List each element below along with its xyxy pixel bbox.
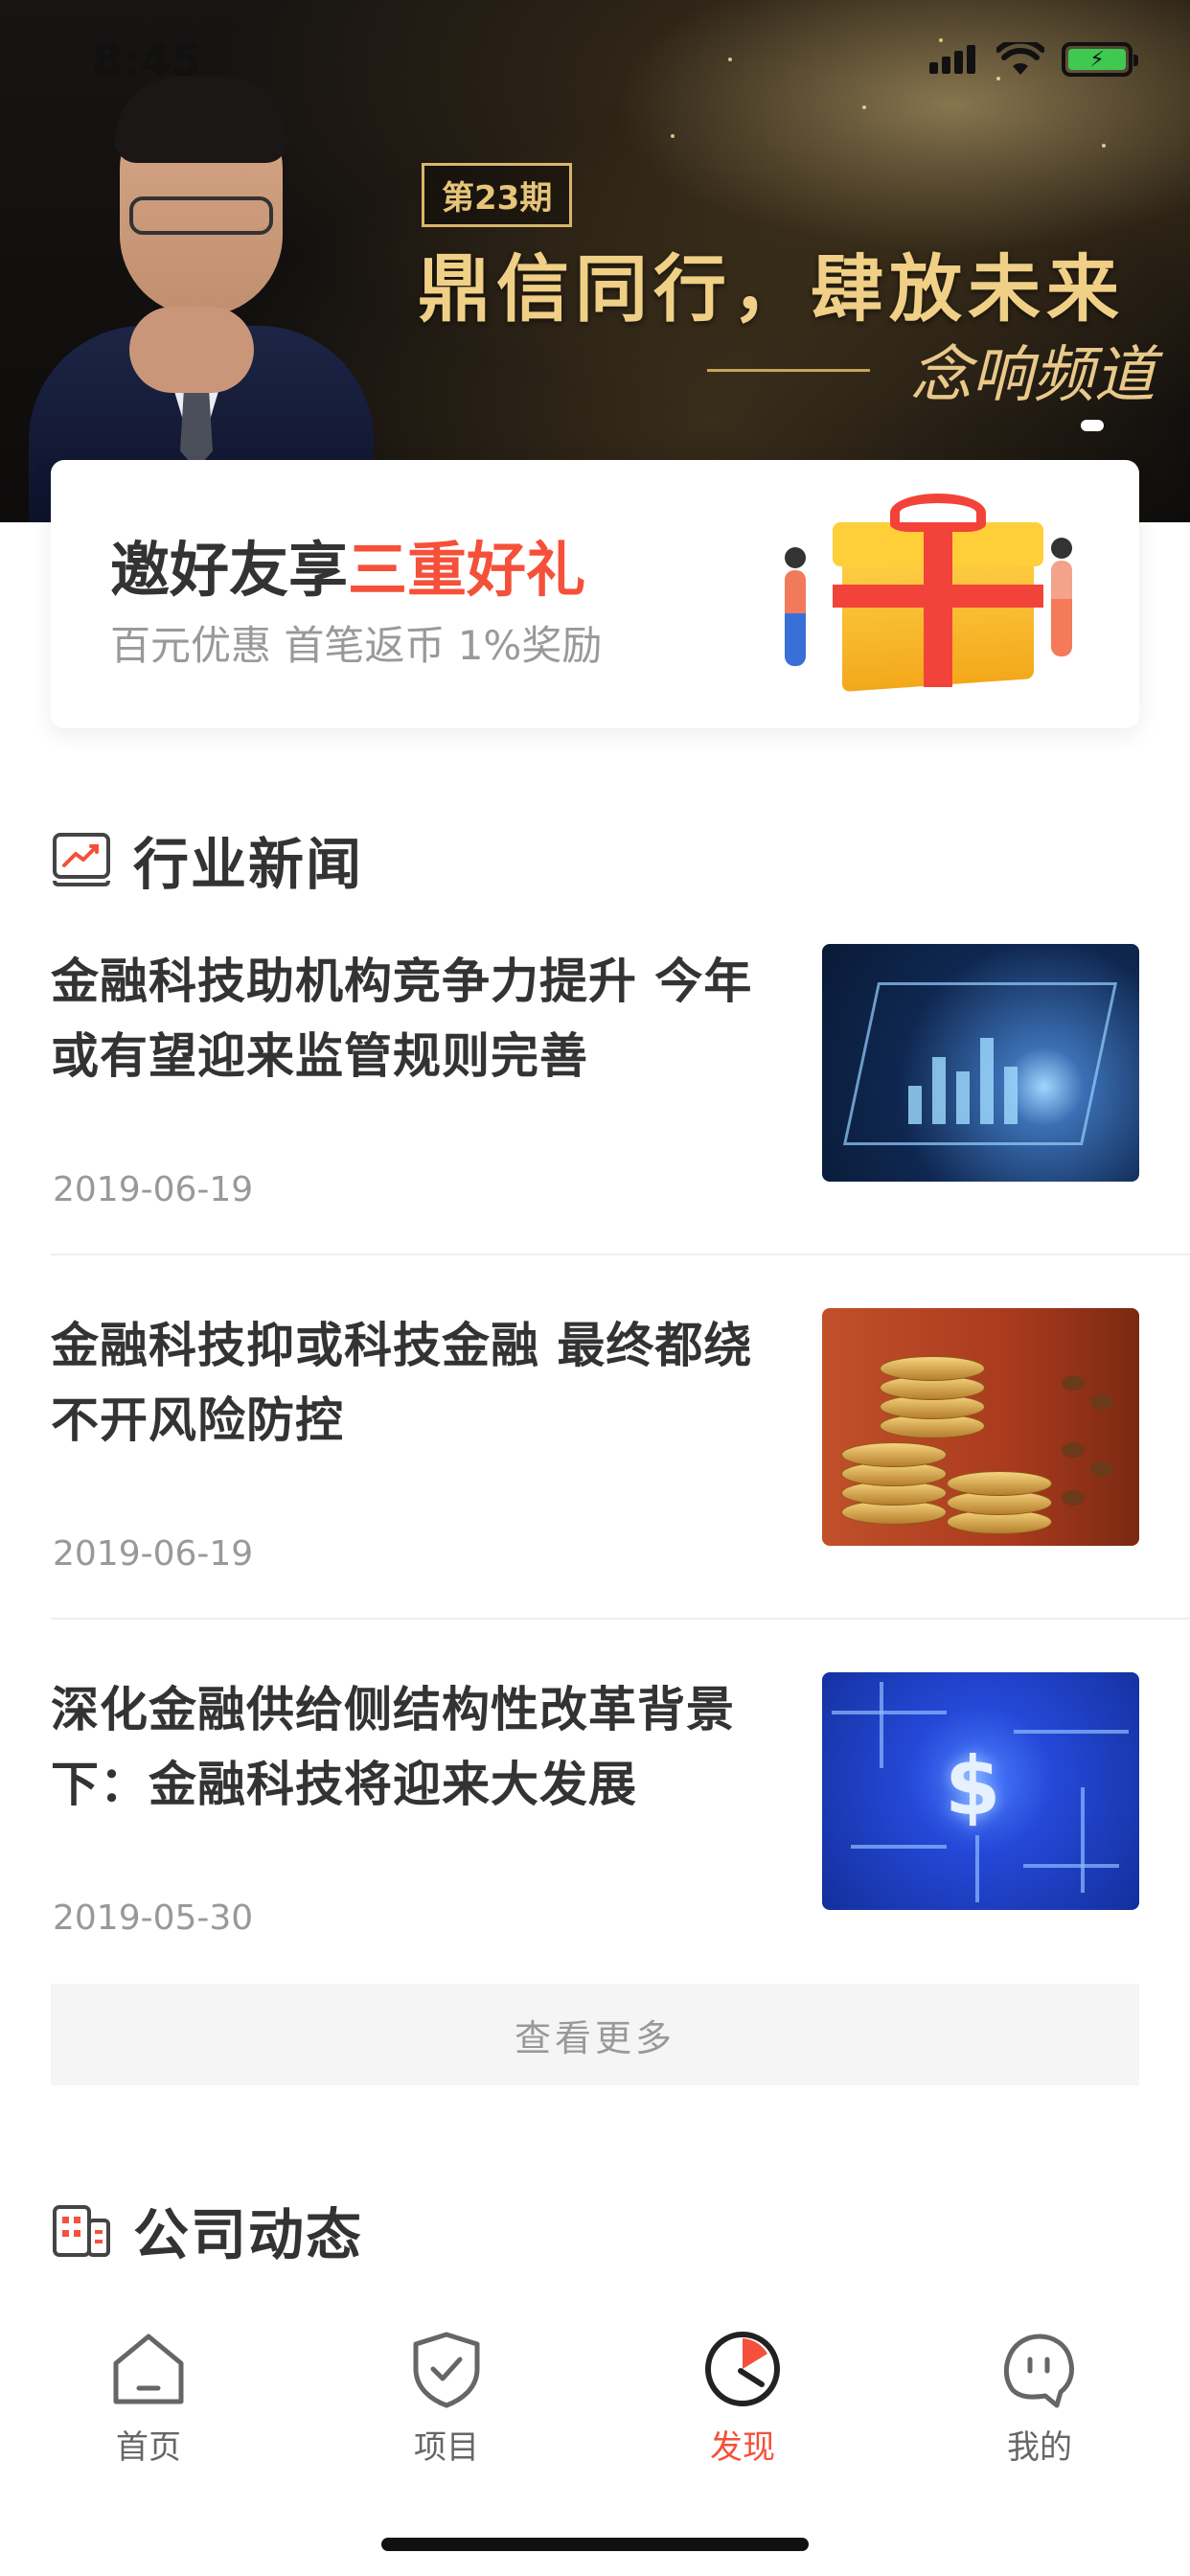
invite-subtitle: 百元优惠 首笔返币 1%奖励	[110, 622, 603, 669]
battery-icon: ⚡	[1062, 42, 1138, 77]
banner-headline: 鼎信同行，肆放未来	[418, 246, 1125, 332]
company-news-title: 公司动态	[133, 2202, 364, 2267]
carousel-dot-active	[1081, 420, 1104, 431]
shield-check-icon	[413, 2332, 480, 2408]
home-indicator	[381, 2538, 809, 2551]
news-thumbnail: $	[822, 1672, 1139, 1910]
news-item[interactable]: 深化金融供给侧结构性改革背景下：金融科技将迎来大发展 2019-05-30 $	[51, 1672, 1190, 2036]
invite-title: 邀好友享三重好礼	[110, 521, 585, 608]
news-date: 2019-05-30	[53, 1898, 254, 1938]
tab-me-label: 我的	[1007, 2428, 1072, 2467]
status-time: 8:45	[92, 34, 202, 86]
tab-discover-label: 发现	[710, 2428, 775, 2467]
banner-divider	[707, 369, 870, 372]
invite-title-highlight: 三重好礼	[348, 535, 586, 605]
trend-chart-icon	[53, 833, 110, 886]
bottom-tab-bar: 首页 项目 发现 我的	[0, 2300, 1190, 2576]
tab-projects-label: 项目	[414, 2428, 479, 2467]
news-date: 2019-06-19	[53, 1534, 254, 1574]
building-icon	[53, 2205, 110, 2257]
news-title: 金融科技助机构竞争力提升 今年或有望迎来监管规则完善	[51, 954, 753, 1084]
invite-title-prefix: 邀好友享	[110, 535, 349, 605]
view-more-button[interactable]: 查看更多	[51, 1984, 1139, 2085]
tab-me[interactable]: 我的	[944, 2329, 1135, 2472]
industry-news-header: 行业新闻	[51, 819, 363, 900]
home-icon	[113, 2334, 184, 2404]
news-title: 深化金融供给侧结构性改革背景下：金融科技将迎来大发展	[51, 1682, 735, 1812]
invite-friends-card[interactable]: 邀好友享三重好礼 百元优惠 首笔返币 1%奖励	[51, 460, 1139, 728]
status-bar: 8:45 ⚡	[0, 0, 1190, 126]
tab-discover[interactable]: 发现	[647, 2329, 838, 2472]
banner-issue-badge: 第23期	[422, 163, 573, 227]
status-icons: ⚡	[929, 42, 1138, 77]
carousel-indicator	[1081, 420, 1104, 431]
news-date: 2019-06-19	[53, 1170, 254, 1209]
signal-icon	[929, 45, 979, 74]
wifi-icon	[996, 42, 1044, 75]
divider	[51, 1618, 1190, 1620]
news-title: 金融科技抑或科技金融 最终都绕不开风险防控	[51, 1318, 753, 1448]
tab-projects[interactable]: 项目	[351, 2329, 542, 2472]
banner-speaker-photo	[19, 67, 383, 522]
tab-home-label: 首页	[116, 2428, 181, 2467]
news-thumbnail	[822, 944, 1139, 1182]
banner-signature: 念响频道	[910, 340, 1156, 411]
news-thumbnail	[822, 1308, 1139, 1546]
compass-gauge-icon	[705, 2332, 780, 2406]
industry-news-title: 行业新闻	[133, 832, 364, 897]
gift-box-illustration	[775, 494, 1091, 704]
dollar-icon: $	[945, 1739, 1001, 1833]
tab-home[interactable]: 首页	[53, 2329, 244, 2472]
profile-face-icon	[1003, 2334, 1075, 2408]
company-news-header: 公司动态	[51, 2190, 363, 2270]
divider	[51, 1254, 1190, 1255]
